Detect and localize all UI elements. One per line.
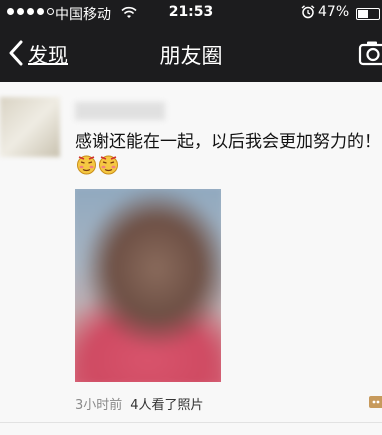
post-photo[interactable] (75, 189, 221, 382)
moments-feed: 感谢还能在一起，以后我会更加努力的！ 3小时前 4人看了照片 (0, 82, 382, 435)
comment-icon[interactable] (368, 392, 382, 412)
moments-screen: 中国移动 21:53 47% 发现 朋友圈 感谢还能在一起，以后我会更加努力的！… (0, 0, 382, 435)
page-title: 朋友圈 (159, 44, 223, 68)
post-text-content: 感谢还能在一起，以后我会更加努力的！ (75, 132, 381, 152)
status-bar: 中国移动 21:53 47% (0, 0, 382, 26)
alarm-icon (301, 5, 315, 19)
top-bar: 中国移动 21:53 47% 发现 朋友圈 (0, 0, 382, 92)
camera-icon[interactable] (358, 40, 382, 66)
blushing-face-icon (77, 155, 96, 175)
post-time: 3小时前 (75, 398, 123, 413)
battery-fill (358, 10, 369, 18)
post-photo-blurred (75, 189, 221, 382)
avatar[interactable] (0, 97, 60, 157)
feed-divider (0, 422, 382, 423)
battery-icon (356, 8, 380, 20)
battery-percent: 47% (318, 4, 350, 20)
post-meta: 3小时前 4人看了照片 (75, 394, 204, 413)
post-views[interactable]: 4人看了照片 (130, 398, 203, 413)
nav-bar: 发现 朋友圈 (0, 26, 382, 82)
post-text: 感谢还能在一起，以后我会更加努力的！ (75, 130, 382, 178)
blushing-face-icon (99, 155, 118, 175)
author-name-blurred[interactable] (75, 102, 165, 120)
